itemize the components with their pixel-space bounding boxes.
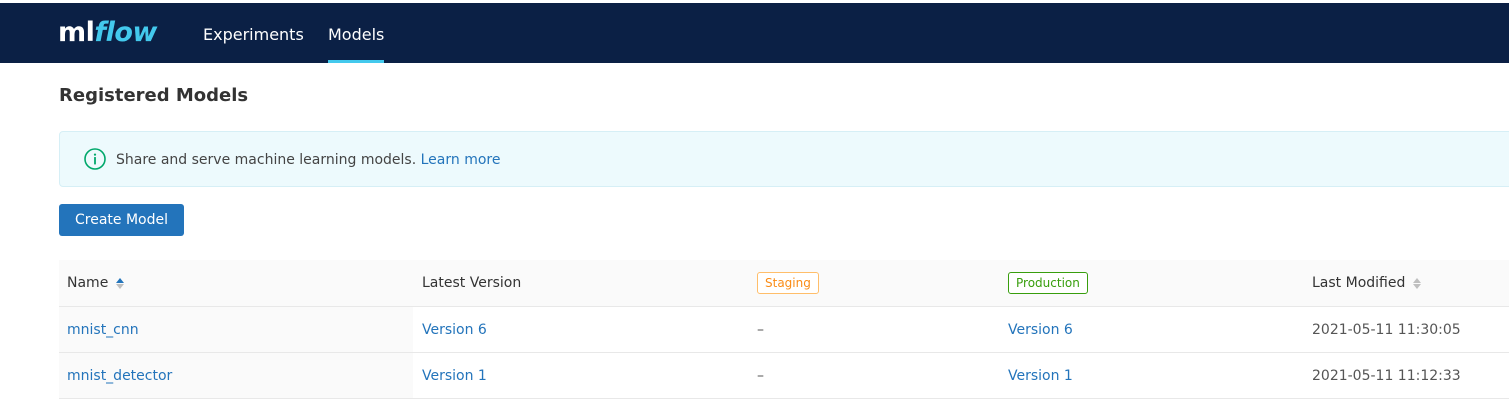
column-header-name[interactable]: Name [67, 260, 125, 306]
logo-ml-text: ml [58, 17, 95, 48]
column-header-last-modified-label: Last Modified [1312, 275, 1406, 291]
page-title: Registered Models [59, 85, 249, 106]
model-name-cell: mnist_detector [67, 353, 172, 398]
table-row: mnist_cnn Version 6 – Version 6 2021-05-… [59, 307, 1509, 353]
logo-flow-text: flow [94, 17, 157, 48]
production-version-link[interactable]: Version 1 [1008, 368, 1073, 384]
staging-cell: – [757, 307, 764, 352]
column-header-last-modified[interactable]: Last Modified [1312, 260, 1422, 306]
active-tab-underline [328, 60, 385, 63]
registered-models-table: Name Latest Version Staging Production L… [59, 260, 1509, 399]
latest-version-cell: Version 1 [422, 353, 487, 398]
create-model-button[interactable]: Create Model [59, 204, 184, 236]
sort-down-caret-icon [116, 283, 125, 289]
mlflow-logo[interactable]: ml flow [58, 13, 157, 53]
last-modified-value: 2021-05-11 11:30:05 [1312, 321, 1461, 338]
model-name-link[interactable]: mnist_detector [67, 368, 172, 384]
nav-models[interactable]: Models [328, 3, 385, 63]
info-banner-message: Share and serve machine learning models. [116, 152, 417, 168]
staging-cell: – [757, 353, 764, 398]
column-header-name-label: Name [67, 275, 109, 291]
production-cell: Version 1 [1008, 353, 1073, 398]
model-name-link[interactable]: mnist_cnn [67, 322, 139, 338]
production-cell: Version 6 [1008, 307, 1073, 352]
sort-up-caret-icon [1413, 277, 1422, 283]
sort-down-caret-icon [1413, 283, 1422, 289]
production-version-link[interactable]: Version 6 [1008, 322, 1073, 338]
latest-version-link[interactable]: Version 1 [422, 368, 487, 384]
staging-value: – [757, 367, 764, 384]
top-navbar: ml flow Experiments Models [0, 3, 1509, 63]
sort-up-caret-icon [116, 277, 125, 283]
production-tag: Production [1008, 272, 1088, 294]
column-header-latest-version-label: Latest Version [422, 275, 522, 291]
nav-models-label: Models [328, 25, 385, 44]
last-modified-value: 2021-05-11 11:12:33 [1312, 367, 1461, 384]
column-header-production: Production [1008, 260, 1088, 306]
staging-tag: Staging [757, 272, 819, 294]
table-row: mnist_detector Version 1 – Version 1 202… [59, 353, 1509, 399]
info-banner-text: Share and serve machine learning models.… [116, 149, 500, 171]
learn-more-link[interactable]: Learn more [421, 152, 501, 168]
latest-version-cell: Version 6 [422, 307, 487, 352]
column-header-latest-version: Latest Version [422, 260, 521, 306]
column-header-staging: Staging [757, 260, 819, 306]
table-header: Name Latest Version Staging Production L… [59, 260, 1509, 307]
latest-version-link[interactable]: Version 6 [422, 322, 487, 338]
nav-experiments[interactable]: Experiments [203, 3, 304, 63]
sort-icon[interactable] [116, 277, 125, 289]
info-banner: Share and serve machine learning models.… [59, 131, 1509, 187]
model-name-cell: mnist_cnn [67, 307, 139, 352]
last-modified-cell: 2021-05-11 11:30:05 [1312, 307, 1461, 352]
last-modified-cell: 2021-05-11 11:12:33 [1312, 353, 1461, 398]
staging-value: – [757, 321, 764, 338]
sort-icon[interactable] [1413, 277, 1422, 289]
info-circle-icon [84, 148, 106, 170]
